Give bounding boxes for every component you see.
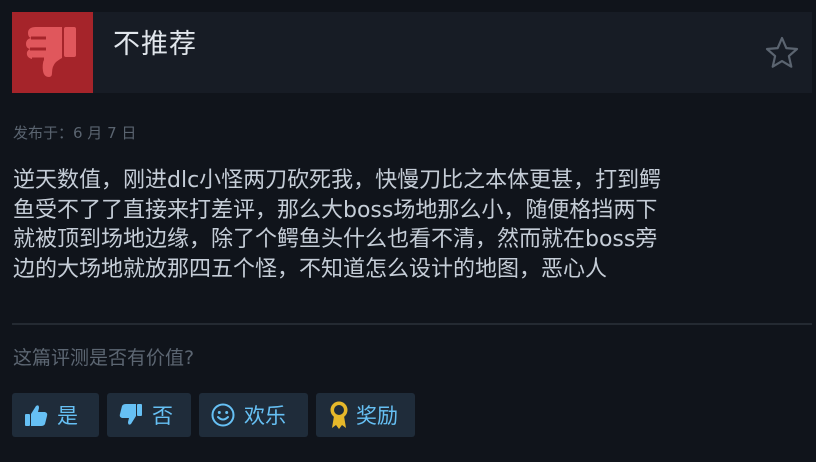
vote-yes-button[interactable]: 是: [12, 393, 99, 437]
thumbs-down-icon: [118, 402, 144, 428]
divider: [12, 323, 812, 325]
thumbs-up-icon: [23, 402, 49, 428]
posted-date: 发布于：6 月 7 日: [13, 124, 137, 142]
review-card: 不推荐 发布于：6 月 7 日 逆天数值，刚进dlc小怪两刀砍死我，快慢刀比之本…: [0, 0, 816, 462]
vote-funny-label: 欢乐: [244, 404, 286, 428]
award-button[interactable]: 奖励: [316, 393, 415, 437]
star-icon[interactable]: [764, 35, 800, 71]
vote-no-button[interactable]: 否: [107, 393, 191, 437]
thumbs-down-icon: [26, 27, 76, 77]
award-label: 奖励: [356, 404, 398, 428]
review-verdict: 不推荐: [113, 29, 197, 60]
vote-no-label: 否: [152, 404, 173, 428]
review-body: 逆天数值，刚进dlc小怪两刀砍死我，快慢刀比之本体更甚，打到鳄 鱼受不了了直接来…: [13, 168, 662, 282]
award-ribbon-icon: [326, 400, 352, 430]
review-header: 不推荐: [12, 12, 812, 93]
smiley-icon: [210, 402, 236, 428]
vote-yes-label: 是: [57, 404, 78, 428]
helpful-question: 这篇评测是否有价值?: [13, 347, 195, 369]
vote-funny-button[interactable]: 欢乐: [199, 393, 308, 437]
verdict-badge: [12, 12, 93, 93]
